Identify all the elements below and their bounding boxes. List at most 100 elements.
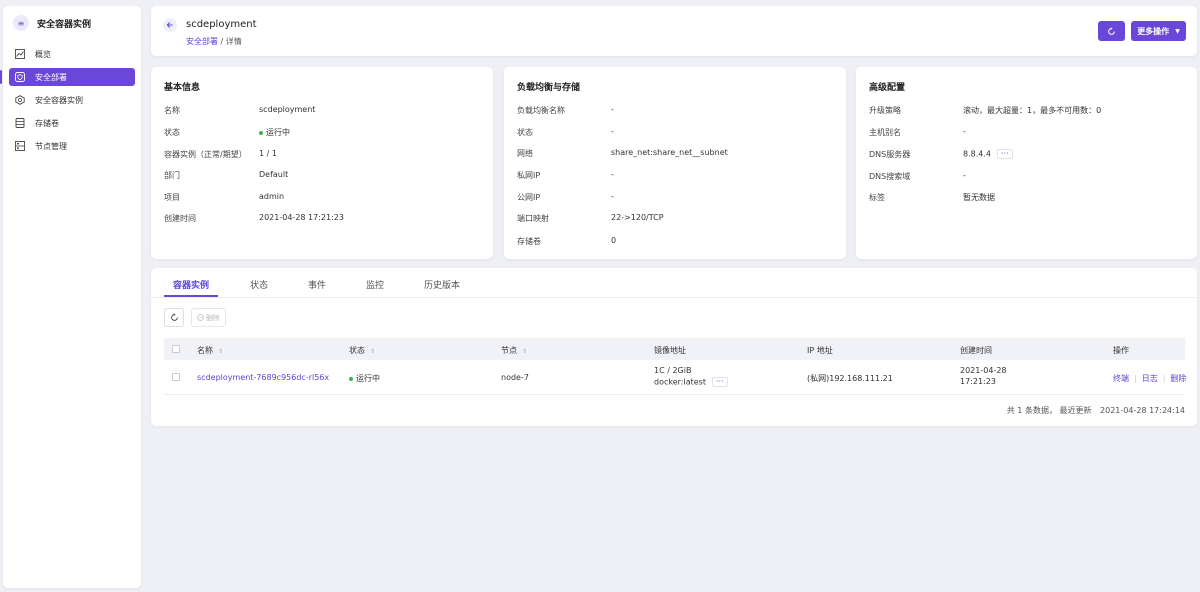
breadcrumb: 安全部署 / 详情 [186, 36, 242, 47]
sidebar-item-overview[interactable]: 概览 [9, 45, 135, 63]
select-all-checkbox[interactable] [172, 345, 180, 353]
tab-status[interactable]: 状态 [250, 278, 268, 291]
more-dns-button[interactable]: ··· [997, 149, 1013, 159]
more-image-button[interactable]: ··· [711, 377, 728, 387]
sidebar-title: 安全容器实例 [37, 19, 92, 30]
status-text: 运行中 [266, 128, 290, 137]
info-value: Default [259, 170, 289, 179]
dns-value: 8.8.4.4 ··· [963, 149, 1013, 159]
shield-icon [15, 72, 25, 82]
menu-icon[interactable]: ≡ [13, 15, 29, 31]
info-value: - [611, 170, 614, 179]
sidebar-item-label: 安全容器实例 [35, 95, 83, 105]
back-arrow-icon[interactable] [163, 18, 177, 32]
info-key: 创建时间 [164, 214, 196, 223]
sidebar-item-secure-containers[interactable]: 安全容器实例 [9, 91, 135, 109]
tab-history[interactable]: 历史版本 [424, 278, 460, 291]
tab-events[interactable]: 事件 [308, 278, 326, 291]
sort-icon: ⇕ [218, 348, 224, 355]
info-key: 名称 [164, 106, 180, 115]
basic-info-card: 基本信息 名称 scdeployment 状态 运行中 容器实例（正常/期望） … [151, 67, 493, 259]
info-key: 容器实例（正常/期望） [164, 150, 247, 159]
sidebar-item-label: 安全部署 [35, 72, 67, 82]
info-key: 网络 [517, 149, 533, 158]
storage-icon [15, 118, 25, 128]
server-icon [15, 141, 25, 151]
more-actions-button[interactable]: 更多操作 ▼ [1131, 21, 1186, 41]
sidebar-item-label: 节点管理 [35, 141, 67, 151]
table-header: 名称 ⇕ 状态 ⇕ 节点 ⇕ 镜像地址 IP 地址 创建时间 操作 [164, 338, 1185, 360]
instance-name-link[interactable]: scdeployment-7689c956dc-rl56x [197, 373, 329, 382]
info-value: 滚动，最大超量：1，最多不可用数：0 [963, 106, 1102, 115]
page-title: scdeployment [186, 19, 257, 30]
info-key: 公网IP [517, 193, 541, 202]
advanced-config-card: 高级配置 升级策略 滚动，最大超量：1，最多不可用数：0 主机别名 - DNS服… [856, 67, 1197, 259]
column-header-actions: 操作 [1113, 346, 1129, 355]
column-header-status[interactable]: 状态 ⇕ [349, 345, 375, 356]
info-value: 8.8.4.4 [963, 149, 991, 159]
row-image: docker:latest ··· [654, 377, 728, 387]
info-value: 暂无数据 [963, 193, 995, 202]
chart-icon [15, 49, 25, 59]
info-key: DNS服务器 [869, 150, 911, 159]
delete-button[interactable]: − 删除 [191, 308, 226, 327]
logs-action-link[interactable]: 日志 [1142, 374, 1158, 383]
cube-icon [15, 95, 25, 105]
info-key: 标签 [869, 193, 885, 202]
row-status: 运行中 [349, 373, 380, 384]
row-actions: 终端 | 日志 | 删除 [1113, 374, 1187, 383]
info-value: 0 [611, 236, 617, 245]
sidebar-item-label: 存储卷 [35, 118, 59, 128]
minus-circle-icon: − [197, 314, 204, 321]
terminal-action-link[interactable]: 终端 [1113, 374, 1129, 383]
info-value: 1 / 1 [259, 149, 277, 158]
sidebar-header: ≡ 安全容器实例 [3, 6, 141, 40]
info-value: 22->120/TCP [611, 213, 664, 222]
sidebar-item-volumes[interactable]: 存储卷 [9, 114, 135, 132]
tab-instances[interactable]: 容器实例 [173, 278, 209, 291]
refresh-icon [170, 313, 178, 321]
status-dot [349, 376, 353, 381]
caret-down-icon: ▼ [1175, 27, 1180, 35]
sidebar-item-label: 概览 [35, 49, 51, 59]
sidebar-item-nodes[interactable]: 节点管理 [9, 137, 135, 155]
tab-monitoring[interactable]: 监控 [366, 278, 384, 291]
tab-divider [151, 297, 1197, 298]
info-key: 存储卷 [517, 237, 541, 246]
card-title: 基本信息 [164, 83, 201, 93]
column-header-name[interactable]: 名称 ⇕ [197, 345, 223, 356]
breadcrumb-link[interactable]: 安全部署 [186, 37, 218, 46]
footer-updated-time: 2021-04-28 17:24:14 [1100, 406, 1185, 415]
status-dot [259, 130, 263, 135]
row-image-spec: 1C / 2GiB [654, 366, 692, 375]
column-header-image: 镜像地址 [654, 346, 686, 355]
sort-icon: ⇕ [370, 348, 376, 355]
column-header-ip: IP 地址 [807, 346, 833, 355]
page-header: scdeployment 安全部署 / 详情 更多操作 ▼ [151, 6, 1197, 56]
info-value: - [611, 105, 614, 114]
info-key: 端口映射 [517, 214, 549, 223]
info-value: admin [259, 192, 285, 201]
status-value: 运行中 [259, 127, 290, 138]
info-key: 负载均衡名称 [517, 106, 565, 115]
info-key: 状态 [517, 128, 533, 137]
delete-action-link[interactable]: 删除 [1170, 374, 1186, 383]
row-checkbox[interactable] [172, 373, 180, 381]
info-value: - [963, 171, 966, 180]
info-key: DNS搜索域 [869, 172, 911, 181]
table-refresh-button[interactable] [164, 308, 184, 327]
table-footer: 共 1 条数据， 最近更新 2021-04-28 17:24:14 [1007, 405, 1185, 416]
column-header-node[interactable]: 节点 ⇕ [501, 345, 527, 356]
sidebar-item-secure-deployment[interactable]: 安全部署 [0, 68, 135, 86]
lb-storage-card: 负载均衡与存储 负载均衡名称 - 状态 - 网络 share_net:share… [504, 67, 846, 259]
info-value: share_net:share_net__subnet [611, 148, 728, 157]
row-created-time: 17:21:23 [960, 377, 996, 386]
sidebar: ≡ 安全容器实例 概览 安全部署 安全容器实例 存储卷 节点管理 [0, 6, 141, 588]
refresh-icon [1108, 26, 1115, 35]
info-value: - [611, 192, 614, 201]
tab-bar: 容器实例 状态 事件 监控 历史版本 [151, 268, 1197, 298]
table-row: scdeployment-7689c956dc-rl56x 运行中 node-7… [164, 360, 1187, 395]
info-value: - [611, 127, 614, 136]
column-header-created: 创建时间 [960, 346, 992, 355]
refresh-button[interactable] [1098, 21, 1125, 41]
